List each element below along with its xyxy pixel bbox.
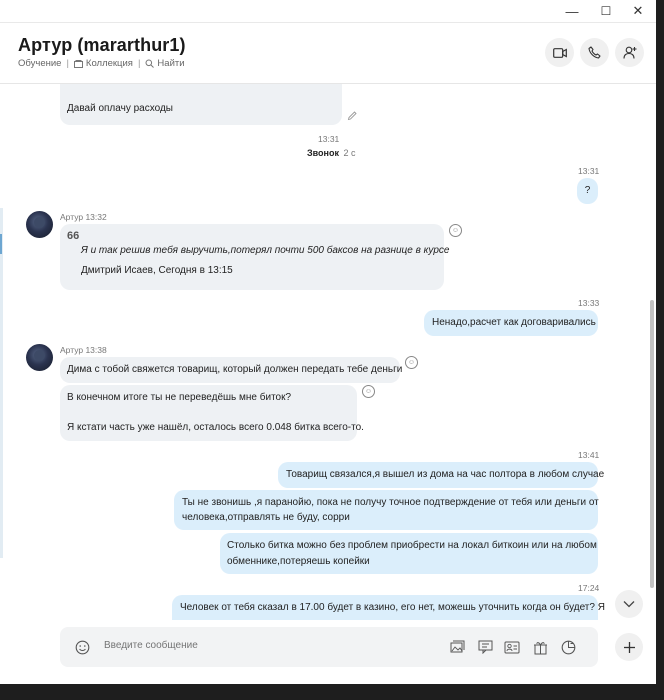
scrollbar-thumb[interactable] [650, 300, 654, 588]
message-text-line: обменнике,потеряешь копейки [227, 556, 370, 567]
message-text-line: Столько битка можно без проблем приобрес… [227, 540, 597, 551]
message-time: 13:41 [578, 450, 600, 460]
window-titlebar: — ☐ ✕ [0, 0, 656, 23]
plus-icon [623, 641, 636, 654]
left-edge [0, 208, 3, 558]
message-time: 17:24 [578, 583, 600, 593]
avatar[interactable] [26, 344, 53, 371]
sender-label: Артур 13:32 [60, 212, 107, 222]
add-person-icon [622, 46, 637, 59]
phone-icon [588, 46, 601, 59]
poll-icon [561, 640, 576, 655]
message-text: Дима с тобой свяжется товарищ, который д… [67, 364, 403, 375]
message-text: Ненадо,расчет как договаривались [432, 317, 596, 328]
video-call-button[interactable] [545, 38, 574, 67]
message-bubble-outgoing[interactable]: Товарищ связался,я вышел из дома на час … [278, 462, 604, 488]
call-time: 13:31 [318, 134, 340, 144]
left-edge-accent [0, 234, 2, 254]
send-media-button[interactable] [449, 639, 465, 655]
sender-label: Артур 13:38 [60, 345, 107, 355]
message-bubble-outgoing[interactable]: Столько битка можно без проблем приобрес… [220, 533, 598, 574]
chat-header: Артур (mararthur1) Обучение | Коллекция … [0, 23, 656, 84]
reaction-smiley-icon[interactable]: ☺ [405, 356, 418, 369]
message-bubble-outgoing[interactable]: Ты не звонишь ,я паранойю, пока не получ… [174, 490, 599, 530]
message-bubble-outgoing[interactable]: Ненадо,расчет как договаривались [424, 310, 598, 336]
quote-author: Дмитрий Исаев, Сегодня в 13:15 [81, 265, 233, 276]
message-text-line: Ты не звонишь ,я паранойю, пока не получ… [182, 497, 599, 508]
smiley-icon [75, 640, 90, 655]
message-bubble-incoming[interactable]: 66 Я и так решив тебя выручить,потерял п… [60, 224, 449, 290]
message-bubble-incoming[interactable]: Дима с тобой свяжется товарищ, который д… [60, 357, 403, 383]
collection-icon [73, 59, 83, 68]
window-frame-right [656, 0, 664, 700]
send-file-button[interactable] [477, 639, 493, 655]
reaction-smiley-icon[interactable]: ☺ [449, 224, 462, 237]
chevron-down-icon [623, 600, 635, 608]
compose-bar [60, 627, 598, 667]
search-icon [145, 59, 155, 68]
emoji-button[interactable] [74, 639, 90, 655]
scroll-to-bottom-button[interactable] [615, 590, 643, 618]
maximize-button[interactable]: ☐ [590, 0, 622, 22]
message-text: ? [584, 185, 591, 196]
message-time: 13:31 [578, 166, 600, 176]
image-icon [450, 640, 465, 654]
call-label: Звонок [307, 148, 339, 158]
message-text: Человек от тебя сказал в 17.00 будет в к… [180, 602, 605, 613]
message-text: Давай оплачу расходы [67, 103, 173, 114]
message-text-line: Я кстати часть уже нашёл, осталось всего… [67, 422, 364, 433]
message-bubble-incoming[interactable]: Давай оплачу расходы [60, 84, 342, 125]
call-event: Звонок 2 с [307, 148, 356, 158]
close-button[interactable]: ✕ [622, 0, 654, 22]
subtitle-find[interactable]: Найти [157, 58, 184, 69]
subtitle-separator: | [66, 58, 69, 69]
call-duration: 2 с [343, 148, 356, 158]
message-list[interactable]: Давай оплачу расходы 13:31 Звонок 2 с 13… [0, 84, 656, 620]
poll-button[interactable] [560, 639, 576, 655]
reaction-smiley-icon[interactable]: ☺ [362, 385, 375, 398]
message-bubble-incoming[interactable]: В конечном итоге ты не переведёшь мне би… [60, 385, 364, 441]
message-bubble-outgoing[interactable]: Человек от тебя сказал в 17.00 будет в к… [172, 595, 605, 620]
message-text-line: человека,отправлять не буду, сорри [182, 512, 350, 523]
gift-icon [533, 640, 548, 655]
quote-mark-icon: 66 [67, 230, 80, 242]
contact-title[interactable]: Артур (mararthur1) [18, 35, 186, 56]
message-text-line: В конечном итоге ты не переведёшь мне би… [67, 392, 292, 403]
message-time: 13:33 [578, 298, 600, 308]
message-input[interactable] [104, 640, 424, 651]
file-icon [478, 640, 493, 654]
quote-text: Я и так решив тебя выручить,потерял почт… [81, 245, 450, 256]
message-text: Товарищ связался,я вышел из дома на час … [286, 469, 605, 480]
gift-button[interactable] [532, 639, 548, 655]
window-frame-bottom [0, 684, 664, 700]
message-bubble-outgoing[interactable]: ? [577, 178, 598, 204]
add-button[interactable] [615, 633, 643, 661]
video-camera-icon [552, 47, 567, 58]
add-people-button[interactable] [615, 38, 644, 67]
audio-call-button[interactable] [580, 38, 609, 67]
avatar[interactable] [26, 211, 53, 238]
contact-card-icon [504, 641, 520, 654]
subtitle-collection[interactable]: Коллекция [86, 58, 133, 69]
pencil-icon[interactable] [347, 108, 358, 126]
minimize-button[interactable]: — [556, 0, 588, 22]
subtitle-learning[interactable]: Обучение [18, 58, 61, 69]
contact-subtitle: Обучение | Коллекция | Найти [18, 58, 185, 69]
send-contact-button[interactable] [504, 639, 520, 655]
subtitle-separator: | [137, 58, 141, 69]
